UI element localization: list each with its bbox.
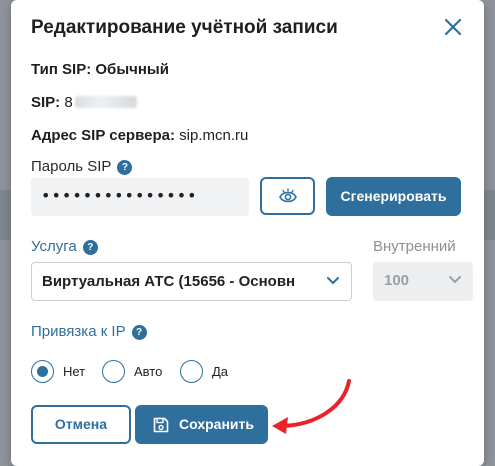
ip-binding-label: Привязка к IP xyxy=(31,323,126,340)
sip-type-row: Тип SIP: Обычный xyxy=(31,61,169,78)
service-label-row: Услуга? xyxy=(31,238,98,255)
help-icon[interactable]: ? xyxy=(117,160,133,175)
cancel-button[interactable]: Отмена xyxy=(31,405,131,444)
radio-label: Да xyxy=(212,364,229,379)
sip-row: SIP: 8 xyxy=(31,94,137,111)
generate-password-button[interactable]: Сгенерировать xyxy=(326,177,461,216)
save-button[interactable]: Сохранить xyxy=(135,405,268,444)
radio-ip-no[interactable]: Нет xyxy=(31,360,111,384)
help-icon[interactable]: ? xyxy=(131,325,147,340)
service-selected-value: Виртуальная АТС (15656 - Основн xyxy=(42,273,296,290)
annotation-arrow-icon xyxy=(272,379,351,434)
radio-label: Авто xyxy=(134,364,163,379)
show-password-button[interactable] xyxy=(260,177,315,215)
internal-number-value: 100 xyxy=(384,272,410,289)
eye-icon xyxy=(279,188,297,203)
password-label: Пароль SIP xyxy=(31,158,112,175)
floppy-disk-icon xyxy=(153,417,169,433)
radio-ip-auto[interactable]: Авто xyxy=(102,360,182,384)
password-field[interactable]: ••••••••••••••• xyxy=(31,178,249,216)
internal-number-select: 100 xyxy=(373,262,473,301)
help-icon[interactable]: ? xyxy=(82,240,98,255)
modal-title: Редактирование учётной записи xyxy=(31,17,338,38)
save-button-label: Сохранить xyxy=(179,416,254,432)
chevron-down-icon xyxy=(449,276,461,284)
server-row: Адрес SIP сервера: sip.mcn.ru xyxy=(31,127,248,144)
close-icon[interactable] xyxy=(443,17,463,37)
server-label: Адрес SIP сервера: xyxy=(31,127,175,144)
sip-type-label: Тип SIP: xyxy=(31,61,92,78)
sip-label: SIP: xyxy=(31,94,61,111)
sip-value-blurred xyxy=(74,96,137,108)
sip-value: 8 xyxy=(64,94,73,111)
internal-label: Внутренний xyxy=(373,238,456,255)
radio-ip-yes[interactable]: Да xyxy=(180,360,240,384)
radio-selected-dot xyxy=(37,366,48,377)
service-select[interactable]: Виртуальная АТС (15656 - Основн xyxy=(31,262,352,301)
sip-type-value: Обычный xyxy=(95,61,169,78)
radio-label: Нет xyxy=(63,364,86,379)
edit-account-modal: Редактирование учётной записи Тип SIP: О… xyxy=(11,0,484,466)
password-label-row: Пароль SIP? xyxy=(31,158,133,175)
server-value: sip.mcn.ru xyxy=(179,127,249,144)
ip-binding-label-row: Привязка к IP? xyxy=(31,323,147,340)
service-label: Услуга xyxy=(31,238,77,255)
chevron-down-icon xyxy=(327,277,339,285)
